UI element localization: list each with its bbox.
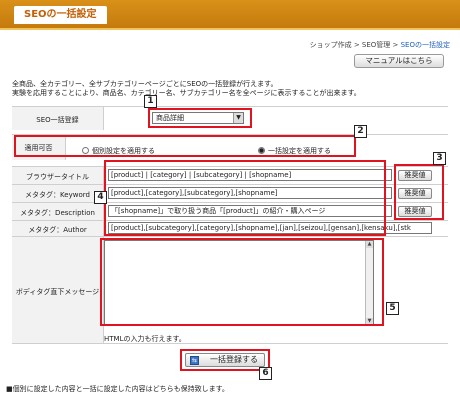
footer-note: ■個別に設定した内容と一括に設定した内容はどちらも保持致します。	[6, 385, 229, 393]
manual-button[interactable]: マニュアルはこちら	[354, 54, 444, 68]
breadcrumb-current: SEOの一括設定	[400, 41, 450, 49]
annotation-number-1: 1	[144, 95, 157, 108]
annotation-number-2: 2	[354, 125, 367, 138]
description-line-2: 実験を応用することにより、商品名、カテゴリー名、サブカテゴリー名を全ページに表示…	[12, 89, 361, 97]
breadcrumb-path[interactable]: ショップ作成 > SEO管理 >	[310, 41, 401, 49]
annotation-box-6	[180, 349, 270, 371]
annotation-number-6: 6	[259, 367, 272, 380]
label-seo-register: SEO一括登録	[12, 107, 104, 130]
page-title: SEOの一括設定	[14, 6, 107, 24]
label-meta-description: メタタグ：Description	[12, 203, 104, 220]
label-meta-author: メタタグ：Author	[12, 221, 104, 236]
breadcrumb: ショップ作成 > SEO管理 > SEOの一括設定	[310, 40, 450, 50]
label-browser-title: ブラウザータイトル	[12, 167, 104, 184]
annotation-box-4	[104, 160, 386, 236]
html-note: HTMLの入力も行えます。	[104, 335, 186, 343]
description: 全商品、全カテゴリー、全サブカテゴリーページごとにSEOの一括登録が行えます。 …	[12, 80, 361, 98]
label-body-message: ボディタグ直下メッセージ	[12, 237, 104, 343]
page-header: SEOの一括設定	[0, 0, 460, 30]
description-line-1: 全商品、全カテゴリー、全サブカテゴリーページごとにSEOの一括登録が行えます。	[12, 80, 278, 88]
annotation-number-5: 5	[386, 302, 399, 315]
annotation-box-2	[14, 135, 356, 157]
annotation-box-5	[100, 238, 384, 326]
annotation-number-3: 3	[433, 152, 446, 165]
annotation-number-4: 4	[94, 191, 107, 204]
annotation-box-3	[394, 164, 444, 220]
label-meta-keyword: メタタグ：Keyword	[12, 185, 104, 202]
annotation-box-1	[148, 108, 252, 128]
